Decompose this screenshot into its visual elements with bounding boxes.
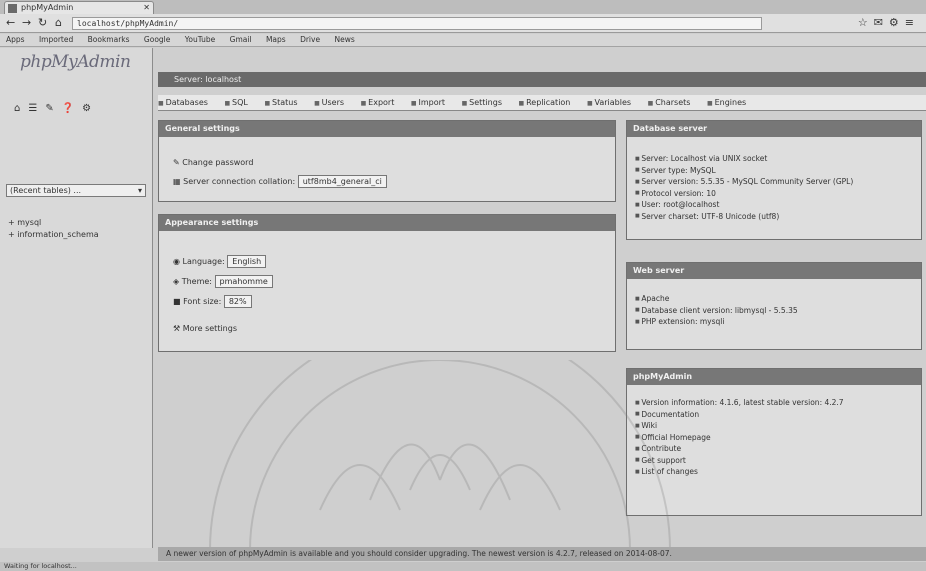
- bookmark-item[interactable]: Apps: [6, 34, 25, 46]
- server-breadcrumb[interactable]: Server: localhost: [158, 72, 926, 87]
- bookmark-item[interactable]: Google: [144, 34, 170, 46]
- tab-engines[interactable]: Engines: [707, 95, 747, 110]
- database-server-title: Database server: [627, 121, 921, 137]
- theme-select[interactable]: pmahomme: [214, 275, 273, 288]
- list-item: Protocol version: 10: [635, 188, 921, 200]
- chevron-down-icon: ▾: [137, 186, 142, 195]
- tab-settings[interactable]: Settings: [462, 95, 502, 110]
- list-item: Version information: 4.1.6, latest stabl…: [635, 397, 921, 409]
- browser-tab[interactable]: phpMyAdmin ✕: [4, 1, 154, 14]
- change-password-link[interactable]: ✎ Change password: [173, 157, 253, 168]
- web-server-panel: Web server Apache Database client versio…: [626, 262, 922, 350]
- bookmark-item[interactable]: Drive: [300, 34, 320, 46]
- list-item: User: root@localhost: [635, 199, 921, 211]
- bullet-icon: ■: [173, 297, 184, 306]
- navigation-sidebar: phpMyAdmin ⌂☰✎❓⚙ (Recent tables) ... ▾ +…: [0, 48, 153, 548]
- list-item: Server version: 5.5.35 - MySQL Community…: [635, 176, 921, 188]
- language-row: ◉ Language: English: [173, 255, 267, 268]
- general-settings-title: General settings: [159, 121, 615, 137]
- language-select[interactable]: English: [227, 255, 267, 268]
- bookmarks-bar: Apps Imported Bookmarks Google YouTube G…: [0, 34, 926, 47]
- list-item: Database client version: libmysql - 5.5.…: [635, 305, 921, 317]
- homepage-link[interactable]: Official Homepage: [635, 432, 921, 444]
- theme-icon: ◈: [173, 277, 182, 286]
- back-icon[interactable]: ←: [6, 16, 15, 30]
- appearance-settings-panel: Appearance settings ◉ Language: English …: [158, 214, 616, 352]
- tab-charsets[interactable]: Charsets: [648, 95, 690, 110]
- toolbar-icons[interactable]: ☆✉⚙≡: [858, 16, 920, 29]
- list-item: PHP extension: mysqli: [635, 316, 921, 328]
- key-icon: ✎: [173, 158, 183, 167]
- phpmyadmin-info-panel: phpMyAdmin Version information: 4.1.6, l…: [626, 368, 922, 516]
- font-size-select[interactable]: 82%: [223, 295, 252, 308]
- forward-icon[interactable]: →: [22, 16, 31, 30]
- wiki-link[interactable]: Wiki: [635, 420, 921, 432]
- tab-import[interactable]: Import: [411, 95, 445, 110]
- list-item: Server: Localhost via UNIX socket: [635, 153, 921, 165]
- home-icon[interactable]: ⌂: [55, 16, 62, 30]
- tab-variables[interactable]: Variables: [587, 95, 632, 110]
- browser-tabstrip: phpMyAdmin ✕: [0, 0, 926, 14]
- bookmark-item[interactable]: YouTube: [185, 34, 216, 46]
- reload-icon[interactable]: ↻: [38, 16, 47, 30]
- documentation-link[interactable]: Documentation: [635, 409, 921, 421]
- tab-databases[interactable]: Databases: [158, 95, 208, 110]
- support-link[interactable]: Get support: [635, 455, 921, 467]
- bookmark-item[interactable]: Gmail: [230, 34, 252, 46]
- language-icon: ◉: [173, 257, 183, 266]
- bookmark-item[interactable]: News: [334, 34, 354, 46]
- theme-row: ◈ Theme: pmahomme: [173, 275, 273, 288]
- sidebar-icons[interactable]: ⌂☰✎❓⚙: [14, 103, 99, 114]
- list-item: Server charset: UTF-8 Unicode (utf8): [635, 211, 921, 223]
- bookmark-item[interactable]: Imported: [39, 34, 73, 46]
- list-item: Server type: MySQL: [635, 165, 921, 177]
- tab-users[interactable]: Users: [314, 95, 344, 110]
- font-size-row: ■ Font size: 82%: [173, 295, 252, 308]
- contribute-link[interactable]: Contribute: [635, 443, 921, 455]
- database-item[interactable]: + mysql: [8, 217, 99, 229]
- tab-sql[interactable]: SQL: [224, 95, 248, 110]
- more-settings-link[interactable]: ⚒ More settings: [173, 323, 237, 334]
- collation-row: ▦ Server connection collation: utf8mb4_g…: [173, 175, 387, 188]
- web-server-title: Web server: [627, 263, 921, 279]
- recent-tables-value: (Recent tables) ...: [10, 186, 82, 195]
- address-toolbar: ← → ↻ ⌂ localhost/phpMyAdmin/ ☆✉⚙≡: [0, 14, 926, 33]
- recent-tables-select[interactable]: (Recent tables) ... ▾: [6, 184, 146, 197]
- appearance-settings-title: Appearance settings: [159, 215, 615, 231]
- tab-title: phpMyAdmin: [21, 3, 74, 12]
- database-list: + mysql + information_schema: [8, 217, 99, 241]
- collation-select[interactable]: utf8mb4_general_ci: [297, 175, 387, 188]
- tab-export[interactable]: Export: [361, 95, 394, 110]
- logo[interactable]: phpMyAdmin: [20, 52, 131, 72]
- database-server-panel: Database server Server: Localhost via UN…: [626, 120, 922, 240]
- collation-icon: ▦: [173, 177, 184, 186]
- url-input[interactable]: localhost/phpMyAdmin/: [72, 17, 762, 30]
- changelog-link[interactable]: List of changes: [635, 466, 921, 478]
- tab-replication[interactable]: Replication: [519, 95, 570, 110]
- general-settings-panel: General settings ✎ Change password ▦ Ser…: [158, 120, 616, 202]
- top-menu: Databases SQL Status Users Export Import…: [158, 95, 926, 111]
- bookmark-item[interactable]: Maps: [266, 34, 286, 46]
- phpmyadmin-title: phpMyAdmin: [627, 369, 921, 385]
- favicon-icon: [8, 4, 17, 13]
- bookmark-item[interactable]: Bookmarks: [88, 34, 130, 46]
- browser-statusbar: Waiting for localhost...: [0, 562, 926, 571]
- upgrade-notice: A newer version of phpMyAdmin is availab…: [158, 547, 926, 561]
- database-item[interactable]: + information_schema: [8, 229, 99, 241]
- close-tab-icon[interactable]: ✕: [143, 2, 150, 14]
- list-item: Apache: [635, 293, 921, 305]
- tab-status[interactable]: Status: [264, 95, 298, 110]
- wrench-icon: ⚒: [173, 324, 183, 333]
